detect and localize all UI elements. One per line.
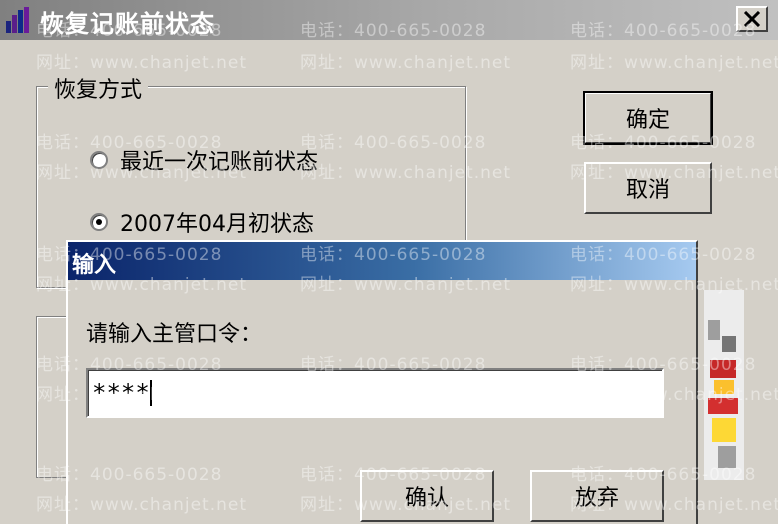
option-latest-label: 最近一次记账前状态: [120, 150, 319, 175]
radio-latest[interactable]: [90, 151, 108, 169]
input-dialog-title-bar[interactable]: 输入: [68, 242, 696, 280]
restore-dialog: 恢复记账前状态 恢复方式 最近一次记账前状态 2007年04月初状态 确定 取消…: [0, 0, 778, 524]
window-title: 恢复记账前状态: [40, 10, 215, 38]
secondary-group: [36, 316, 67, 478]
side-decoration-image: [704, 290, 744, 480]
password-input-dialog: 输入 请输入主管口令： **** 确认 放弃: [66, 240, 698, 524]
group-title: 恢复方式: [48, 72, 149, 104]
cancel-button[interactable]: 取消: [584, 162, 712, 214]
close-icon: [743, 11, 761, 27]
title-bar[interactable]: 恢复记账前状态: [0, 0, 778, 40]
close-button[interactable]: [736, 6, 768, 32]
ok-button[interactable]: 确定: [583, 91, 713, 145]
text-caret: [149, 380, 152, 406]
password-field[interactable]: ****: [86, 368, 664, 418]
option-latest[interactable]: 最近一次记账前状态: [90, 144, 318, 176]
watermark-site: 网址：www.chanjet.net: [570, 53, 778, 73]
abandon-button[interactable]: 放弃: [530, 470, 664, 522]
watermark-site: 网址：www.chanjet.net: [300, 53, 512, 73]
password-prompt: 请输入主管口令：: [86, 322, 263, 347]
confirm-button[interactable]: 确认: [360, 470, 494, 522]
option-month-start[interactable]: 2007年04月初状态: [90, 206, 314, 238]
watermark-site: 网址：www.chanjet.net: [36, 53, 248, 73]
radio-month-start[interactable]: [90, 213, 108, 231]
input-dialog-title: 输入: [72, 253, 117, 278]
password-value: ****: [92, 379, 150, 407]
option-month-start-label: 2007年04月初状态: [120, 212, 314, 237]
bar-chart-icon: [6, 7, 29, 33]
